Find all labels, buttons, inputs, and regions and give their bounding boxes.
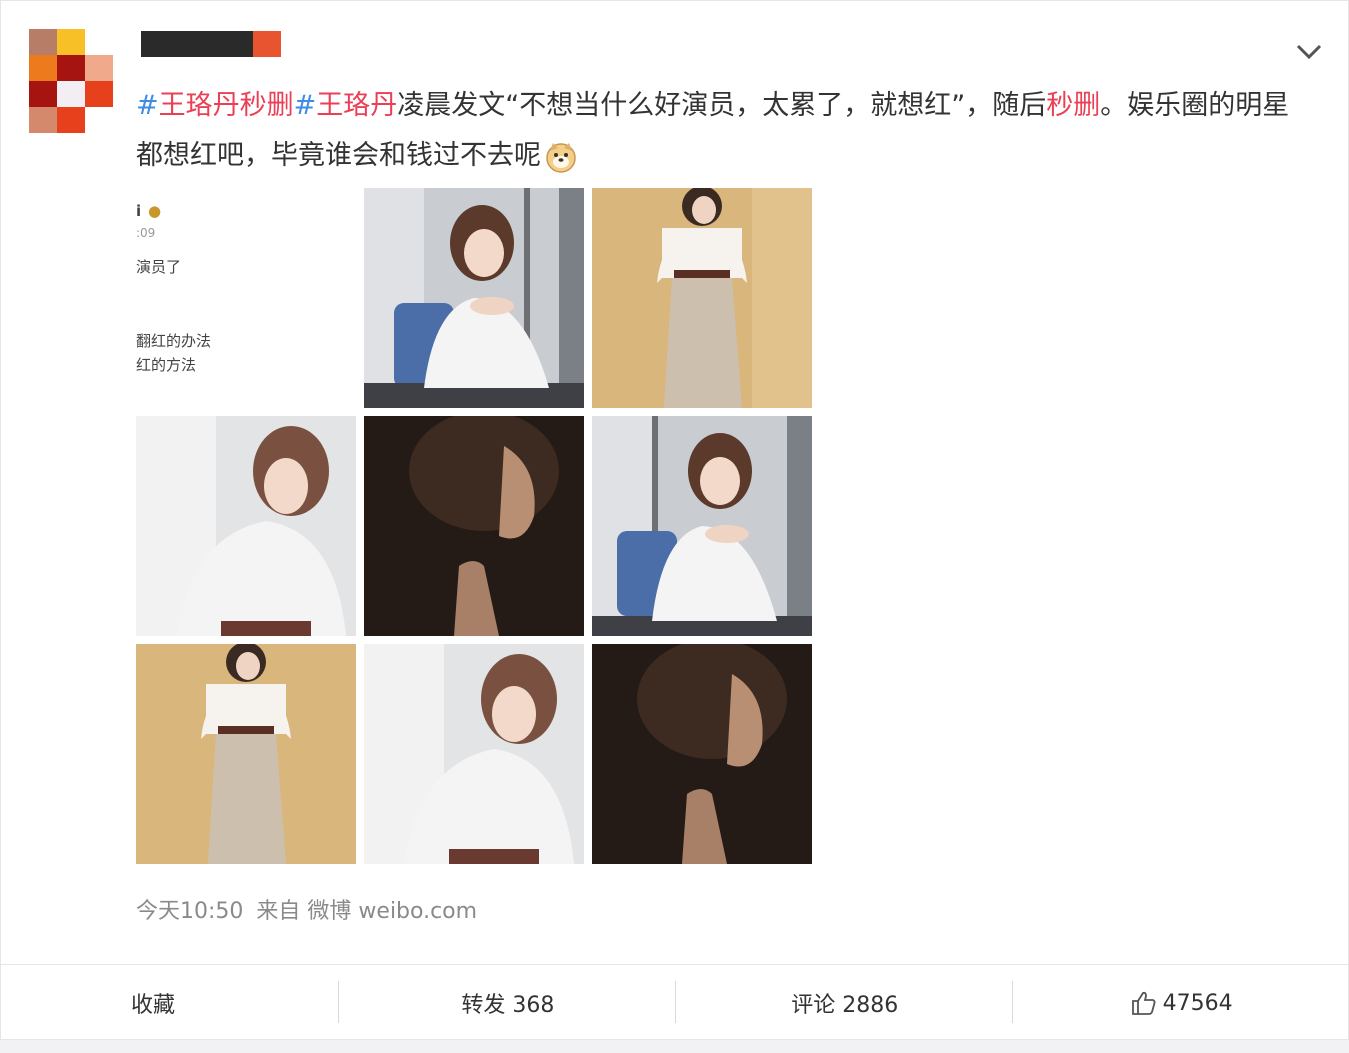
like-count: 47564	[1162, 990, 1233, 1016]
post-image-photo[interactable]	[592, 644, 812, 864]
post-image-photo[interactable]	[364, 416, 584, 636]
screenshot-text: :09	[136, 226, 156, 240]
repost-button[interactable]: 转发 368	[339, 965, 677, 1041]
favorite-button[interactable]: 收藏	[1, 965, 340, 1041]
hashtag-link[interactable]: #王珞丹	[294, 90, 398, 121]
post-image-photo[interactable]	[592, 416, 812, 636]
post-image-photo[interactable]	[364, 644, 584, 864]
post-image-photo[interactable]	[136, 416, 356, 636]
screenshot-text: ⅰ	[136, 202, 142, 220]
post-image-screenshot[interactable]: ⅰ ● :09 演员了 翻红的办法 红的方法	[136, 188, 356, 408]
repost-label: 转发 368	[461, 993, 555, 1018]
image-grid: ⅰ ● :09 演员了 翻红的办法 红的方法	[136, 188, 812, 864]
keyword-link[interactable]: 秒删	[1046, 90, 1100, 121]
post-text-segment: 凌晨发文“不想当什么好演员，太累了，就想红”，随后	[397, 90, 1047, 121]
post-image-photo[interactable]	[136, 644, 356, 864]
like-button[interactable]: 47564	[1013, 965, 1349, 1041]
chevron-down-icon[interactable]	[1295, 41, 1323, 63]
comment-label: 评论 2886	[791, 993, 899, 1018]
hashtag-link[interactable]: #王珞丹秒删	[136, 90, 294, 121]
doge-emoji-icon	[546, 142, 576, 173]
username-masked[interactable]	[141, 31, 281, 57]
avatar[interactable]	[29, 29, 113, 133]
source-link[interactable]: 微博 weibo.com	[307, 899, 477, 924]
comment-button[interactable]: 评论 2886	[676, 965, 1014, 1041]
screenshot-text: 翻红的办法	[136, 332, 212, 350]
action-bar: 收藏 转发 368 评论 2886 47564	[1, 965, 1349, 1041]
thumbs-up-icon	[1131, 991, 1156, 1015]
favorite-label: 收藏	[131, 993, 176, 1018]
source-prefix: 来自	[256, 899, 301, 924]
screenshot-text: 红的方法	[136, 356, 197, 374]
emoji-mark: ●	[148, 202, 162, 220]
screenshot-text: 演员了	[136, 258, 182, 276]
post-image-photo[interactable]	[592, 188, 812, 408]
weibo-post-card: #王珞丹秒删#王珞丹凌晨发文“不想当什么好演员，太累了，就想红”，随后秒删。娱乐…	[0, 0, 1349, 1040]
post-image-photo[interactable]	[364, 188, 584, 408]
post-timestamp[interactable]: 今天10:50	[136, 899, 243, 924]
post-meta: 今天10:50 来自 微博 weibo.com	[136, 893, 477, 925]
page-bottom-strip	[0, 1040, 1349, 1053]
post-text: #王珞丹秒删#王珞丹凌晨发文“不想当什么好演员，太累了，就想红”，随后秒删。娱乐…	[136, 81, 1296, 181]
